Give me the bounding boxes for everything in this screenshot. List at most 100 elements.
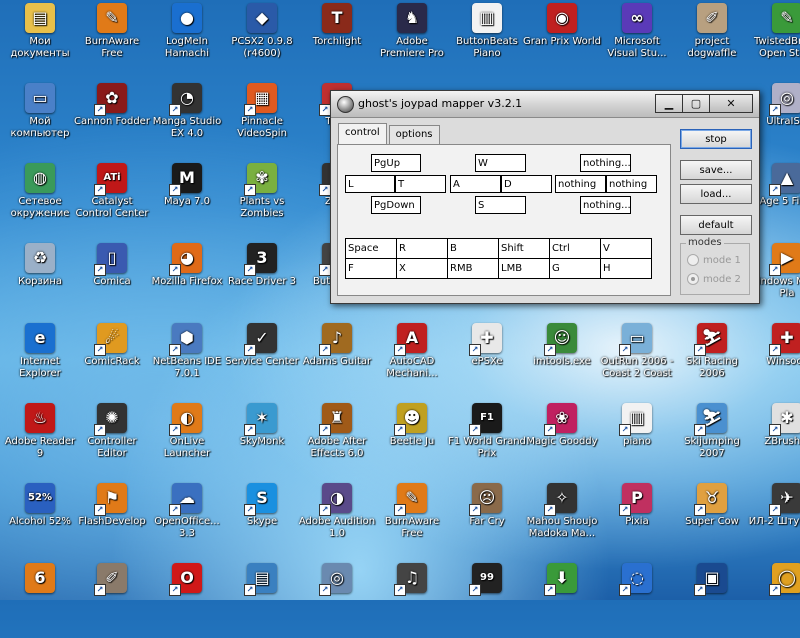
- desktop-icon[interactable]: ◎ ↗: [297, 560, 377, 638]
- stop-button[interactable]: stop: [680, 129, 752, 149]
- dpad-right-field[interactable]: T: [395, 175, 446, 193]
- tab-options[interactable]: options: [388, 125, 440, 145]
- desktop-icon[interactable]: ✎ BurnAware Free: [72, 0, 152, 78]
- desktop-icon[interactable]: ◆ PCSX2 0.9.8 (r4600): [222, 0, 302, 78]
- desktop-icon[interactable]: ✧ ↗ Mahou Shoujo Madoka Ma...: [522, 480, 602, 558]
- desktop-icon[interactable]: ⬢ ↗ NetBeans IDE 7.0.1: [147, 320, 227, 398]
- desktop-icon[interactable]: ◔ ↗ Manga Studio EX 4.0: [147, 80, 227, 158]
- desktop-icon[interactable]: ✶ ↗ SkyMonk: [222, 400, 302, 478]
- stick-up-field[interactable]: W: [475, 154, 526, 172]
- desktop-icon[interactable]: ▭ ↗ OutRun 2006 - Coast 2 Coast: [597, 320, 677, 398]
- title-bar[interactable]: ghost's joypad mapper v3.2.1 ▁ ▢ ✕: [331, 91, 759, 118]
- desktop-icon[interactable]: ✿ ↗ Cannon Fodder: [72, 80, 152, 158]
- desktop-icon[interactable]: ⚑ ↗ FlashDevelop: [72, 480, 152, 558]
- desktop-icon[interactable]: ♨ Adobe Reader 9: [0, 400, 80, 478]
- button-field[interactable]: Shift: [498, 238, 550, 259]
- desktop-icon[interactable]: ☻ ↗ Beetle Ju: [372, 400, 452, 478]
- desktop-icon[interactable]: 99 ↗: [447, 560, 527, 638]
- desktop-icon[interactable]: ATi ↗ Catalyst Control Center: [72, 160, 152, 238]
- desktop-icon[interactable]: ▤ ↗: [222, 560, 302, 638]
- button-field[interactable]: H: [600, 258, 652, 279]
- rstick-left-field[interactable]: nothing: [555, 175, 606, 193]
- desktop-icon[interactable]: ✐ project dogwaffle: [672, 0, 752, 78]
- desktop-icon[interactable]: O ↗: [147, 560, 227, 638]
- minimize-button[interactable]: ▁: [655, 94, 683, 113]
- dpad-up-field[interactable]: PgUp: [371, 154, 421, 172]
- desktop-icon[interactable]: ◯ ↗: [747, 560, 800, 638]
- desktop-icon[interactable]: ▭ Мой компьютер: [0, 80, 80, 158]
- desktop-icon[interactable]: ✱↗ZBrush 4: [747, 400, 800, 478]
- desktop-icon[interactable]: ✎ TwistedBrush Open Stu...: [747, 0, 800, 78]
- button-field[interactable]: Space: [345, 238, 397, 259]
- desktop-icon[interactable]: ♪ ↗ Adams Guitar: [297, 320, 377, 398]
- desktop-icon[interactable]: 52% Alcohol 52%: [0, 480, 80, 558]
- desktop-icon[interactable]: ◉ Gran Prix World: [522, 0, 602, 78]
- button-field[interactable]: V: [600, 238, 652, 259]
- desktop-icon[interactable]: ♜ ↗ Adobe After Effects 6.0: [297, 400, 377, 478]
- desktop-icon[interactable]: ◐ ↗ OnLive Launcher: [147, 400, 227, 478]
- maximize-button[interactable]: ▢: [682, 94, 710, 113]
- stick-down-field[interactable]: S: [475, 196, 526, 214]
- save-button[interactable]: save...: [680, 160, 752, 180]
- button-field[interactable]: X: [396, 258, 448, 279]
- desktop-icon[interactable]: 3 ↗ Race Driver 3: [222, 240, 302, 318]
- desktop-icon[interactable]: F1 ↗ F1 World Grand Prix: [447, 400, 527, 478]
- desktop-icon[interactable]: ☁ ↗ OpenOffice... 3.3: [147, 480, 227, 558]
- button-field[interactable]: RMB: [447, 258, 499, 279]
- desktop-icon[interactable]: ☺ ↗ imtools.exe: [522, 320, 602, 398]
- desktop-icon[interactable]: ✈↗ИЛ-2 Штурмов: [747, 480, 800, 558]
- rstick-down-field[interactable]: nothing...: [580, 196, 631, 214]
- mode-2-radio[interactable]: mode 2: [687, 273, 741, 285]
- desktop-icon[interactable]: P ↗ Pixia: [597, 480, 677, 558]
- desktop-icon[interactable]: ⛷ ↗ Ski Racing 2006: [672, 320, 752, 398]
- desktop-icon[interactable]: ✾ ↗ Plants vs Zombies: [222, 160, 302, 238]
- desktop-icon[interactable]: ☹ ↗ Far Cry: [447, 480, 527, 558]
- stick-right-field[interactable]: D: [501, 175, 552, 193]
- desktop-icon[interactable]: ◌ ↗: [597, 560, 677, 638]
- button-field[interactable]: R: [396, 238, 448, 259]
- desktop-icon[interactable]: ❀ ↗ Magic Gooddy: [522, 400, 602, 478]
- desktop-icon[interactable]: ∞ Microsoft Visual Stu...: [597, 0, 677, 78]
- desktop-icon[interactable]: ▯ ↗ Comica: [72, 240, 152, 318]
- desktop-icon[interactable]: ▥ ↗ piano: [597, 400, 677, 478]
- desktop-icon[interactable]: e Internet Explorer: [0, 320, 80, 398]
- mode-1-radio[interactable]: mode 1: [687, 254, 741, 266]
- desktop-icon[interactable]: ☄ ↗ ComicRack: [72, 320, 152, 398]
- button-field[interactable]: Ctrl: [549, 238, 601, 259]
- desktop-icon[interactable]: ◑ ↗ Adobe Audition 1.0: [297, 480, 377, 558]
- close-button[interactable]: ✕: [709, 94, 753, 113]
- desktop-icon[interactable]: M ↗ Maya 7.0: [147, 160, 227, 238]
- desktop-icon[interactable]: ✚↗Winsock: [747, 320, 800, 398]
- desktop-icon[interactable]: S ↗ Skype: [222, 480, 302, 558]
- desktop-icon[interactable]: ⬇ ↗: [522, 560, 602, 638]
- button-field[interactable]: LMB: [498, 258, 550, 279]
- rstick-up-field[interactable]: nothing...: [580, 154, 631, 172]
- stick-left-field[interactable]: A: [450, 175, 501, 193]
- desktop-icon[interactable]: ⛷ ↗ Skijumping 2007: [672, 400, 752, 478]
- desktop-icon[interactable]: ● LogMeIn Hamachi: [147, 0, 227, 78]
- desktop-icon[interactable]: ✓ ↗ Service Center: [222, 320, 302, 398]
- button-field[interactable]: G: [549, 258, 601, 279]
- desktop-icon[interactable]: ▥ ButtonBeats Piano: [447, 0, 527, 78]
- dpad-down-field[interactable]: PgDown: [371, 196, 421, 214]
- desktop-icon[interactable]: ✺ ↗ Controller Editor: [72, 400, 152, 478]
- desktop-icon[interactable]: ♞ Adobe Premiere Pro: [372, 0, 452, 78]
- desktop-icon[interactable]: ▦ ↗ Pinnacle VideoSpin: [222, 80, 302, 158]
- desktop-icon[interactable]: ▤ Мои документы: [0, 0, 80, 78]
- desktop-icon[interactable]: ▣ ↗: [672, 560, 752, 638]
- tab-control[interactable]: control: [338, 123, 387, 145]
- dpad-left-field[interactable]: L: [345, 175, 395, 193]
- desktop-icon[interactable]: ✐ ↗: [72, 560, 152, 638]
- desktop-icon[interactable]: ♉ ↗ Super Cow: [672, 480, 752, 558]
- button-field[interactable]: B: [447, 238, 499, 259]
- desktop-icon[interactable]: ♻ Корзина: [0, 240, 80, 318]
- desktop-icon[interactable]: ✚ ↗ ePSXe: [447, 320, 527, 398]
- desktop-icon[interactable]: ◍ Сетевое окружение: [0, 160, 80, 238]
- desktop-icon[interactable]: 6: [0, 560, 80, 638]
- desktop-icon[interactable]: ✎ ↗ BurnAware Free: [372, 480, 452, 558]
- load-button[interactable]: load...: [680, 184, 752, 204]
- desktop-icon[interactable]: ◕ ↗ Mozilla Firefox: [147, 240, 227, 318]
- desktop-icon[interactable]: ♫ ↗: [372, 560, 452, 638]
- button-field[interactable]: F: [345, 258, 397, 279]
- desktop-icon[interactable]: T Torchlight: [297, 0, 377, 78]
